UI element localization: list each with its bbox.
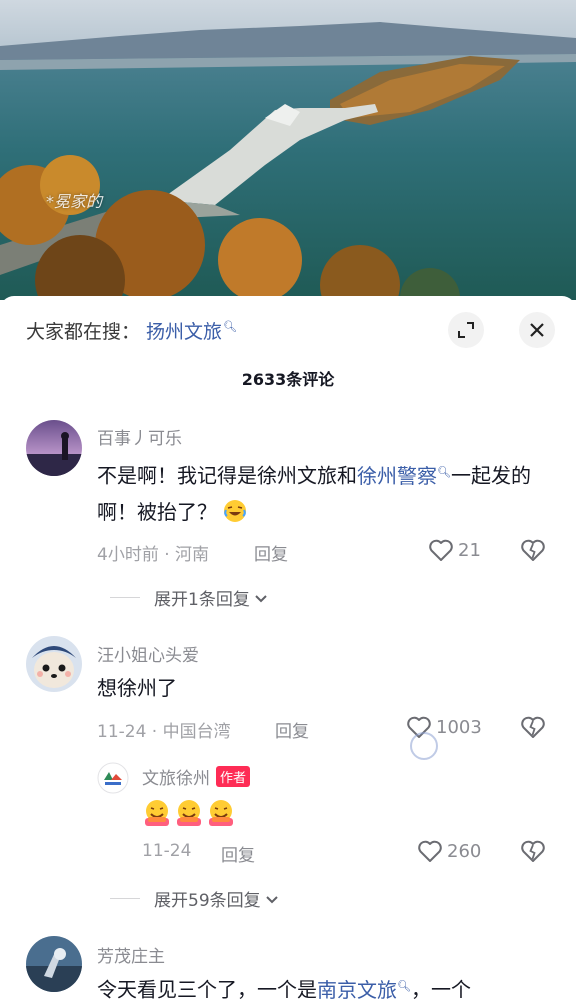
expand-icon: [458, 322, 474, 338]
video-watermark: *冕家的: [46, 192, 103, 211]
reply-meta: 11-24: [142, 841, 192, 861]
trending-search: 大家都在搜： 扬州文旅🔍︎: [26, 314, 237, 346]
comment-text: 想徐州了: [97, 676, 177, 700]
like-button[interactable]: 260: [417, 839, 481, 863]
avatar[interactable]: [26, 420, 82, 476]
expand-replies-button[interactable]: 展开1条回复: [110, 585, 270, 610]
like-count: 260: [447, 840, 482, 862]
search-icon: 🔍︎: [397, 979, 411, 992]
broken-heart-icon: [521, 716, 545, 738]
comment-username[interactable]: 汪小姐心头爱: [97, 641, 199, 666]
reply-username-text[interactable]: 文旅徐州: [142, 769, 210, 789]
comment-sheet: 大家都在搜： 扬州文旅🔍︎ 2633条评论 百事丿可乐 不是啊！我记得是徐州文旅…: [0, 296, 576, 1008]
reply-button[interactable]: 回复: [275, 717, 309, 742]
touch-indicator: [410, 732, 438, 760]
expand-replies-label[interactable]: 展开1条回复: [154, 585, 250, 610]
trending-search-keyword-text[interactable]: 扬州文旅: [146, 321, 222, 343]
comment-text-part: 不是啊！我记得是徐州文旅和: [97, 463, 357, 488]
video-frame: [0, 0, 576, 300]
search-icon: 🔍︎: [223, 320, 237, 334]
reply-emoji-row: [142, 798, 238, 828]
author-avatar[interactable]: [97, 762, 129, 794]
close-icon: [530, 323, 544, 337]
comment-count: 2633条评论: [241, 370, 335, 389]
divider-line: [110, 597, 140, 598]
expand-button[interactable]: [448, 312, 484, 348]
comment-keyword-link[interactable]: 徐州警察🔍︎: [357, 464, 451, 488]
trending-search-keyword[interactable]: 扬州文旅🔍︎: [146, 317, 237, 344]
dislike-button[interactable]: [520, 538, 546, 566]
chevron-down-icon: [255, 594, 267, 602]
close-button[interactable]: [519, 312, 555, 348]
comment-keyword-link[interactable]: 南京文旅🔍︎: [317, 978, 411, 1002]
like-button[interactable]: 21: [428, 538, 481, 562]
reply-button[interactable]: 回复: [221, 841, 255, 866]
heart-icon: [418, 840, 442, 862]
comment-text-part: 令天看见三个了，一个是: [97, 977, 317, 1002]
expand-replies-label[interactable]: 展开59条回复: [154, 886, 261, 911]
comment-keyword-text[interactable]: 南京文旅: [317, 978, 397, 1002]
comment-text: 令天看见三个了，一个是南京文旅🔍︎，一个: [97, 968, 567, 1008]
broken-heart-icon: [521, 539, 545, 561]
broken-heart-icon: [521, 840, 545, 862]
comment-meta: 11-24 · 中国台湾: [97, 722, 231, 742]
comment-username[interactable]: 芳茂庄主: [97, 942, 165, 967]
video-player[interactable]: *冕家的: [0, 0, 576, 300]
divider-line: [110, 898, 140, 899]
dislike-button[interactable]: [520, 839, 546, 867]
trending-search-label: 大家都在搜：: [26, 320, 141, 343]
heart-icon: [429, 539, 453, 561]
comment-text-part: ，一个: [410, 977, 471, 1002]
hug-emoji-icon: [177, 800, 201, 826]
hug-emoji-icon: [145, 800, 169, 826]
expand-replies-button[interactable]: 展开59条回复: [110, 886, 281, 911]
reply-username[interactable]: 文旅徐州 作者: [142, 764, 251, 789]
like-count: 21: [458, 539, 481, 561]
laughing-emoji-icon: [223, 498, 247, 534]
hug-emoji-icon: [209, 800, 233, 826]
comment-text: 不是啊！我记得是徐州文旅和徐州警察🔍︎一起发的啊！被抬了？: [97, 454, 547, 534]
dislike-button[interactable]: [520, 715, 546, 743]
comment-username[interactable]: 百事丿可乐: [97, 424, 182, 449]
avatar[interactable]: [26, 636, 82, 692]
avatar[interactable]: [26, 936, 82, 992]
reply-button[interactable]: 回复: [254, 540, 288, 565]
comment-keyword-text[interactable]: 徐州警察: [357, 464, 437, 488]
search-icon: 🔍︎: [437, 465, 451, 478]
author-badge: 作者: [216, 766, 251, 787]
chevron-down-icon: [265, 895, 278, 903]
comment-meta: 4小时前 · 河南: [97, 545, 210, 565]
like-count: 1003: [436, 716, 482, 738]
